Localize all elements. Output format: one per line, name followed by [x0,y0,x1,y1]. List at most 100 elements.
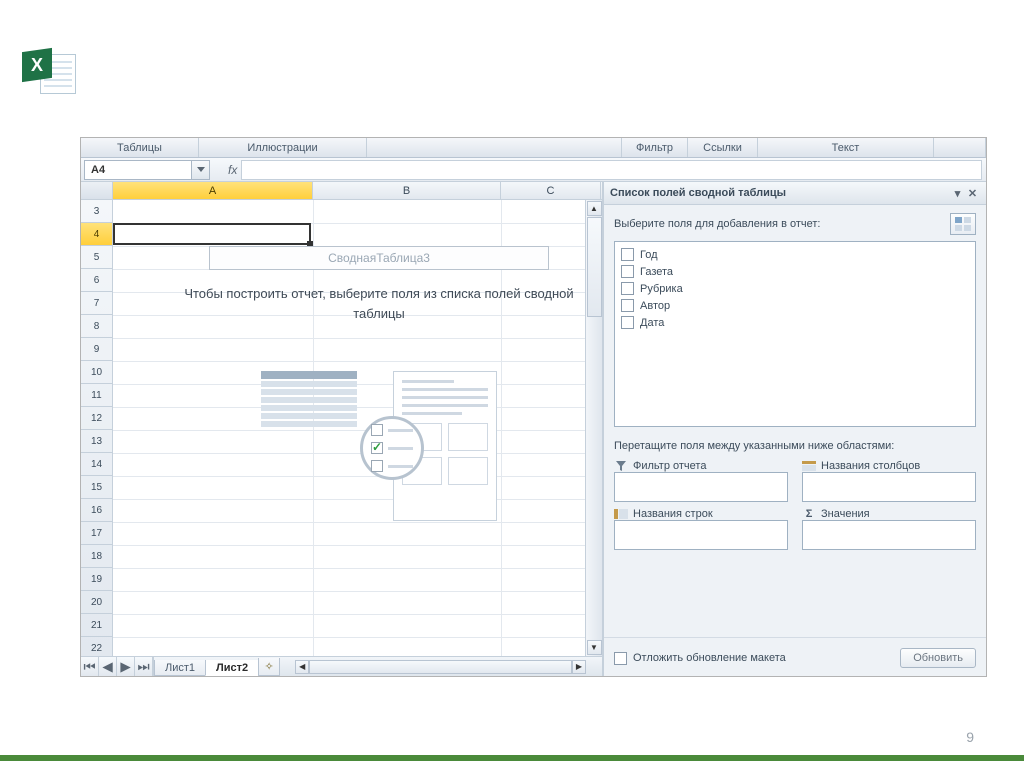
checkbox-icon[interactable] [621,282,634,295]
row-header[interactable]: 19 [81,568,112,591]
page-number: 9 [966,729,974,745]
sheet-nav-prev[interactable]: ◀ [99,657,117,676]
zone-row-labels[interactable] [614,520,788,550]
scroll-down-arrow[interactable]: ▼ [587,640,602,655]
fx-label[interactable]: fx [228,163,237,177]
row-header[interactable]: 22 [81,637,112,656]
vertical-scrollbar[interactable]: ▲ ▼ [585,200,602,656]
active-cell[interactable] [113,223,311,245]
excel-logo: X [22,50,76,100]
sheet-nav-last[interactable]: ⏭ [135,657,153,676]
field-item[interactable]: Рубрика [621,280,969,297]
field-item[interactable]: Дата [621,314,969,331]
sheet-tab-2[interactable]: Лист2 [205,660,259,676]
sheet-tab-1[interactable]: Лист1 [154,660,206,676]
drag-fields-label: Перетащите поля между указанными ниже об… [614,439,976,454]
pane-title: Список полей сводной таблицы [610,187,786,199]
zone-values[interactable] [802,520,976,550]
row-header[interactable]: 20 [81,591,112,614]
row-header[interactable]: 12 [81,407,112,430]
funnel-icon [614,460,628,472]
row-header[interactable]: 13 [81,430,112,453]
sheet-tab-new[interactable]: ✧ [258,658,280,676]
pivot-illustration-report [393,371,497,521]
defer-label: Отложить обновление макета [633,652,786,664]
row-header[interactable]: 3 [81,200,112,223]
sheet-nav-first[interactable]: ⏮ [81,657,99,676]
footer-bar [0,755,1024,761]
row-header[interactable]: 15 [81,476,112,499]
name-box-dropdown[interactable] [192,160,210,180]
row-header[interactable]: 17 [81,522,112,545]
update-button[interactable]: Обновить [900,648,976,668]
zone-column-labels[interactable] [802,472,976,502]
pivot-illustration-table [261,371,357,427]
row-header[interactable]: 6 [81,269,112,292]
magnifier-icon [360,416,424,480]
field-label: Автор [640,300,670,312]
field-item[interactable]: Год [621,246,969,263]
scroll-up-arrow[interactable]: ▲ [587,201,602,216]
col-header-A[interactable]: A [113,182,313,199]
row-header[interactable]: 7 [81,292,112,315]
excel-window: Таблицы Иллюстрации Фильтр Ссылки Текст … [80,137,987,677]
sheet-nav-next[interactable]: ▶ [117,657,135,676]
horizontal-scrollbar[interactable]: ◀ ▶ [295,660,586,674]
zone-label-column-labels: Названия столбцов [802,460,976,472]
hscroll-thumb[interactable] [309,660,572,674]
field-item[interactable]: Газета [621,263,969,280]
rows-icon [614,508,628,520]
field-label: Дата [640,317,664,329]
checkbox-icon[interactable] [621,265,634,278]
row-header[interactable]: 14 [81,453,112,476]
row-header[interactable]: 11 [81,384,112,407]
sheet-nav-buttons: ⏮ ◀ ▶ ⏭ [81,657,154,676]
select-all-corner[interactable] [81,182,113,199]
row-header[interactable]: 10 [81,361,112,384]
formula-bar-row: A4 fx [81,158,986,182]
field-item[interactable]: Автор [621,297,969,314]
row-header[interactable]: 8 [81,315,112,338]
zone-label-report-filter: Фильтр отчета [614,460,788,472]
pane-close-icon[interactable]: ✕ [965,186,980,201]
sigma-icon: Σ [802,508,816,520]
row-header[interactable]: 21 [81,614,112,637]
scroll-left-arrow[interactable]: ◀ [295,660,309,674]
pivot-field-pane: Список полей сводной таблицы ▾ ✕ Выберит… [603,182,986,676]
row-header[interactable]: 18 [81,545,112,568]
row-header[interactable]: 16 [81,499,112,522]
ribbon-group-spacer [367,138,622,157]
choose-fields-label: Выберите поля для добавления в отчет: [614,218,820,230]
ribbon-group-tables: Таблицы [81,138,199,157]
pivot-placeholder: СводнаяТаблица3 Чтобы построить отчет, в… [169,246,589,521]
col-header-C[interactable]: C [501,182,601,199]
row-headers: 3 4 5 6 7 8 9 10 11 12 13 14 15 16 [81,200,113,656]
ribbon-group-illustrations: Иллюстрации [199,138,367,157]
zone-label-values: ΣЗначения [802,508,976,520]
row-header[interactable]: 5 [81,246,112,269]
scroll-right-arrow[interactable]: ▶ [572,660,586,674]
name-box[interactable]: A4 [84,160,192,180]
zone-label-row-labels: Названия строк [614,508,788,520]
pivot-title-box: СводнаяТаблица3 [209,246,549,270]
field-label: Рубрика [640,283,683,295]
ribbon-group-links: Ссылки [688,138,758,157]
columns-icon [802,460,816,472]
checkbox-icon[interactable] [621,299,634,312]
ribbon-group-labels: Таблицы Иллюстрации Фильтр Ссылки Текст [81,138,986,158]
pane-layout-button[interactable] [950,213,976,235]
vscroll-thumb[interactable] [587,217,602,317]
field-label: Год [640,249,658,261]
formula-input[interactable] [241,160,982,180]
row-header[interactable]: 4 [81,223,112,246]
zone-report-filter[interactable] [614,472,788,502]
row-header[interactable]: 9 [81,338,112,361]
col-header-B[interactable]: B [313,182,501,199]
defer-checkbox[interactable] [614,652,627,665]
checkbox-icon[interactable] [621,248,634,261]
pivot-help-text: Чтобы построить отчет, выберите поля из … [169,284,589,323]
pane-menu-icon[interactable]: ▾ [950,186,965,201]
ribbon-group-text: Текст [758,138,934,157]
cell-grid[interactable]: СводнаяТаблица3 Чтобы построить отчет, в… [113,200,585,656]
checkbox-icon[interactable] [621,316,634,329]
